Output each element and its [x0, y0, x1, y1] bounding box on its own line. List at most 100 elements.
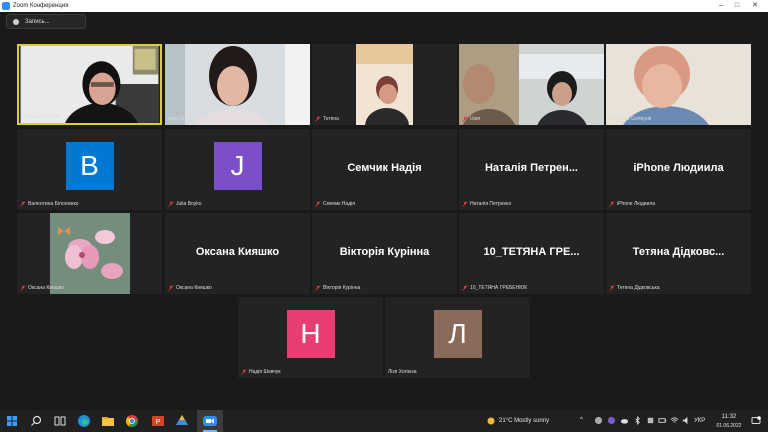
participant-name: Валентина Білоножко [20, 201, 79, 207]
participant-tile[interactable]: Тетяна Дідковс... Тетяна Дідковська [606, 213, 751, 294]
participant-name: Лізя Холюза [388, 369, 417, 375]
minimize-button[interactable]: – [714, 0, 728, 12]
participant-tile[interactable]: H Надія Шевчук [238, 297, 383, 378]
file-explorer-icon[interactable] [100, 413, 116, 429]
input-language[interactable]: УКР [694, 418, 705, 424]
participant-name: Тетяна [315, 116, 339, 122]
maximize-button[interactable]: □ [730, 0, 744, 12]
edge-browser-icon[interactable] [76, 413, 92, 429]
participant-tile[interactable]: J Julia Boyko [165, 129, 310, 210]
avatar: Л [433, 309, 482, 358]
window-title: Zoom Конференция [13, 3, 69, 9]
weather-sun-icon[interactable] [486, 416, 496, 426]
muted-mic-icon [20, 201, 26, 207]
clock-date[interactable]: 01.06.2022 [712, 423, 746, 429]
muted-mic-icon [462, 285, 468, 291]
notifications-icon[interactable] [751, 416, 761, 426]
avatar: J [213, 141, 262, 190]
muted-mic-icon [241, 369, 247, 375]
record-icon [13, 18, 19, 25]
participant-display-name: Вікторія Курінна [339, 246, 430, 258]
participant-video [459, 44, 604, 125]
muted-mic-icon [609, 285, 615, 291]
orchid-profile-picture [50, 213, 130, 294]
windows-start-icon[interactable] [4, 413, 20, 429]
participant-display-name: iPhone Людиила [633, 162, 724, 174]
participant-display-name: 10_ТЕТЯНА ГРЕ... [483, 246, 580, 258]
participant-name: Семчик Надія [315, 201, 355, 207]
close-button[interactable]: ✕ [748, 0, 762, 12]
task-view-icon[interactable] [52, 413, 68, 429]
participant-name: Людмила Бриль [22, 114, 60, 120]
weather-text[interactable]: 21°C Mostly sunny [499, 418, 549, 424]
svg-text:P: P [156, 419, 161, 426]
video-tile[interactable]: Evgeniya Goretyuk [606, 44, 751, 125]
participant-display-name: Тетяна Дідковс... [632, 246, 725, 258]
video-tile[interactable]: Інна Олександрівна Колесник [165, 44, 310, 125]
muted-mic-icon [315, 201, 321, 207]
volume-icon[interactable] [682, 416, 691, 425]
participant-tile[interactable]: Вікторія Курінна Вікторія Курінна [312, 213, 457, 294]
participant-name: 10_ТЕТЯНА ГРЕБЕНЮК [462, 285, 527, 291]
participant-tile[interactable]: Семчик Надія Семчик Надія [312, 129, 457, 210]
muted-mic-icon [168, 285, 174, 291]
participant-video [20, 46, 159, 123]
muted-mic-icon [168, 201, 174, 207]
window-titlebar: Zoom Конференция – □ ✕ [0, 0, 768, 12]
search-icon[interactable] [28, 413, 44, 429]
participant-name: Оксана Кияшко [168, 285, 212, 291]
muted-mic-icon [20, 285, 26, 291]
participant-name: Вікторія Курінна [315, 285, 360, 291]
recording-indicator[interactable]: Запись... [6, 14, 86, 29]
participant-tile[interactable]: Оксана Кияшко [17, 213, 162, 294]
clock-time[interactable]: 11:32 [716, 414, 742, 420]
zoom-logo-icon [2, 2, 10, 10]
battery-icon[interactable] [658, 416, 667, 425]
video-tile[interactable]: User [459, 44, 604, 125]
muted-mic-icon [462, 201, 468, 207]
participant-video [165, 44, 310, 125]
participant-name: Оксана Кияшко [20, 285, 64, 291]
avatar: B [65, 141, 114, 190]
participant-name: Тетяна Дідковська [609, 285, 660, 291]
windows-taskbar: P 21°C Mostly sunny ^ УКР 11:32 01.06.20… [0, 410, 768, 432]
participant-name: iPhone Людиила [609, 201, 655, 207]
participant-video [606, 44, 751, 125]
participant-display-name: Наталія Петрен... [484, 162, 578, 174]
participant-tile[interactable]: iPhone Людиила iPhone Людиила [606, 129, 751, 210]
chrome-icon[interactable] [124, 413, 140, 429]
participant-name: Наталія Петренко [462, 201, 511, 207]
participant-tile[interactable]: 10_ТЕТЯНА ГРЕ... 10_ТЕТЯНА ГРЕБЕНЮК [459, 213, 604, 294]
zoom-taskbar-button[interactable] [197, 410, 223, 432]
muted-mic-icon [315, 285, 321, 291]
participant-name: Evgeniya Goretyuk [609, 116, 652, 122]
participant-video [312, 44, 457, 125]
show-hidden-icons[interactable]: ^ [580, 417, 583, 423]
participant-tile[interactable]: Оксана Кияшко Оксана Кияшко [165, 213, 310, 294]
viber-icon[interactable] [607, 416, 616, 425]
muted-mic-icon [462, 116, 468, 122]
muted-mic-icon [609, 201, 615, 207]
bluetooth-icon[interactable] [633, 416, 642, 425]
powerpoint-icon[interactable]: P [150, 413, 166, 429]
participant-name: Інна Олександрівна Колесник [168, 116, 237, 122]
recording-label: Запись... [25, 18, 50, 25]
participant-display-name: Оксана Кияшко [195, 246, 280, 258]
wifi-icon[interactable] [670, 416, 679, 425]
drive-icon[interactable] [174, 413, 190, 429]
video-tile[interactable]: Тетяна [312, 44, 457, 125]
avatar: H [286, 309, 335, 358]
participant-name: Julia Boyko [168, 201, 202, 207]
tray-shield-icon[interactable] [646, 416, 655, 425]
video-tile[interactable]: Людмила Бриль [17, 44, 162, 125]
participant-tile[interactable]: B Валентина Білоножко [17, 129, 162, 210]
muted-mic-icon [315, 116, 321, 122]
participant-tile[interactable]: Наталія Петрен... Наталія Петренко [459, 129, 604, 210]
participant-name: User [462, 116, 481, 122]
cloud-icon[interactable] [620, 416, 629, 425]
zoom-icon [203, 416, 217, 426]
participant-tile[interactable]: Л Лізя Холюза [385, 297, 530, 378]
participant-name: Надія Шевчук [241, 369, 281, 375]
participant-display-name: Семчик Надія [347, 162, 422, 174]
tray-app-icon[interactable] [594, 416, 603, 425]
